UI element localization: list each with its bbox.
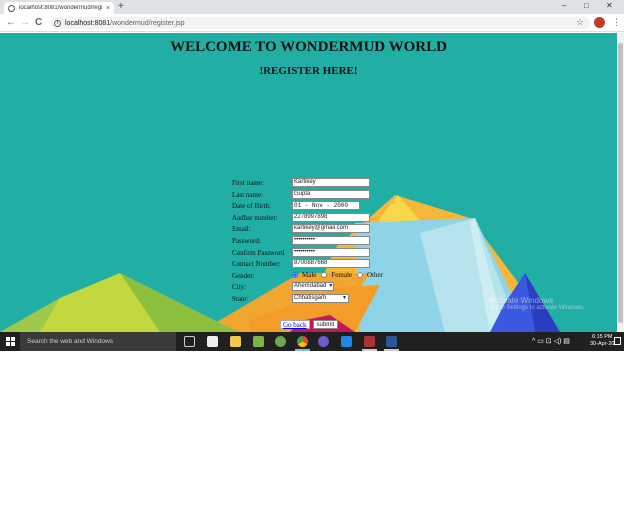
gender-male-label: Male [302,270,317,279]
app-icon-3[interactable] [318,336,329,347]
city-label: City: [232,283,247,292]
first-name-label: First name: [232,179,264,187]
url-path: /wondermud/register.jsp [110,19,185,27]
page-favicon-icon [8,4,15,12]
maximize-window-button[interactable]: □ [584,1,589,10]
vscode-icon[interactable] [341,336,352,347]
notification-center-icon[interactable] [614,337,621,345]
state-select[interactable]: Chhatisgarh ▼ [292,293,349,303]
site-info-icon[interactable]: i [54,19,61,27]
page-viewport: WELCOME TO WONDERMUD WORLD !REGISTER HER… [0,33,617,332]
tab-title: localhost:8081/wondermud/regi [19,5,103,11]
clock-time: 6:15 PM [591,334,613,340]
word-active-indicator [384,349,399,351]
new-tab-button[interactable]: + [118,1,124,12]
gender-female-radio[interactable] [321,271,328,278]
confirm-password-label: Confirm Password [232,248,285,257]
dob-label: Date of Birth: [232,202,271,211]
dob-date-input[interactable]: 01 - Nov - 2000 [292,201,360,211]
aadhar-input[interactable]: 2278997898 [292,212,370,222]
submit-button[interactable]: submit [312,320,339,329]
bookmark-star-icon[interactable]: ☆ [576,17,584,28]
browser-tab-bar: localhost:8081/wondermud/regi × + – □ ✕ [0,0,624,14]
state-select-value: Chhatisgarh [294,294,327,301]
email-label: Email: [232,225,251,234]
first-name-input[interactable]: Kartikey [292,178,370,187]
url-host: localhost:8081 [65,19,111,27]
confirm-password-input[interactable]: •••••••••• [292,247,370,257]
app-icon-2[interactable] [275,336,286,347]
app-4-active-indicator [362,349,377,351]
gender-female-label: Female [331,270,352,279]
browser-menu-icon[interactable]: ⋮ [612,17,621,28]
chrome-icon[interactable] [297,336,308,347]
gender-male-radio[interactable] [292,271,298,278]
last-name-label: Last name: [232,190,263,199]
gender-other-radio[interactable] [357,271,363,278]
page-subtitle: !REGISTER HERE! [259,65,358,77]
state-label: State: [232,294,248,303]
watermark-subtitle: Go to Settings to activate Windows. [490,305,585,311]
activate-windows-watermark: Activate Windows Go to Settings to activ… [490,296,585,311]
minimize-window-button[interactable]: – [562,1,566,10]
scrollbar-thumb[interactable] [618,43,623,323]
back-button[interactable]: ← [6,17,16,28]
close-window-button[interactable]: ✕ [606,1,613,10]
clock-date: 30-Apr-20 [590,341,615,347]
word-icon[interactable] [386,336,397,347]
watermark-title: Activate Windows [490,296,554,305]
chevron-down-icon: ▼ [328,283,334,290]
gender-other-label: Other [367,270,383,279]
city-select-value: Ahemdabad [294,283,327,290]
go-back-link[interactable]: Go back [280,320,310,329]
last-name-input[interactable]: Gupta [292,189,370,199]
gender-label: Gender: [232,271,255,280]
file-explorer-icon[interactable] [230,336,241,347]
forward-button[interactable]: → [20,17,30,28]
windows-taskbar: Search the web and Windows ^ ▭ ⊡ ◁) ▤ 6:… [0,332,624,351]
password-input[interactable]: •••••••••• [292,235,370,245]
windows-start-icon[interactable] [6,337,15,346]
system-tray-icons[interactable]: ^ ▭ ⊡ ◁) ▤ [532,337,570,345]
password-label: Password: [232,236,261,245]
chrome-active-indicator [295,349,310,351]
browser-toolbar: ← → C i localhost:8081/wondermud/registe… [0,14,624,32]
email-input[interactable]: kartikey@gmail.com [292,224,370,234]
chevron-down-icon: ▼ [342,294,347,301]
form-actions: Go back submit [280,320,339,329]
browser-tab[interactable]: localhost:8081/wondermud/regi × [4,2,114,14]
taskbar-search-box[interactable]: Search the web and Windows [20,332,176,351]
gender-radio-group: Male Female Other [292,271,387,279]
contact-input[interactable]: 8700887668 [292,259,370,269]
app-icon-4[interactable] [364,336,375,347]
reload-button[interactable]: C [35,17,42,28]
close-tab-icon[interactable]: × [106,5,110,12]
profile-avatar[interactable] [594,17,605,28]
aadhar-label: Aadhar number: [232,213,278,222]
address-bar[interactable]: i localhost:8081/wondermud/register.jsp [50,17,590,29]
task-view-icon[interactable] [184,336,195,347]
store-icon[interactable] [207,336,218,347]
app-icon-1[interactable] [253,336,264,347]
page-title: WELCOME TO WONDERMUD WORLD [170,39,447,55]
contact-label: Contact Number: [232,260,281,269]
city-select[interactable]: Ahemdabad ▼ [292,282,335,292]
page-scrollbar[interactable] [617,33,624,332]
taskbar-clock[interactable]: 6:15 PM 30-Apr-20 [590,334,614,348]
